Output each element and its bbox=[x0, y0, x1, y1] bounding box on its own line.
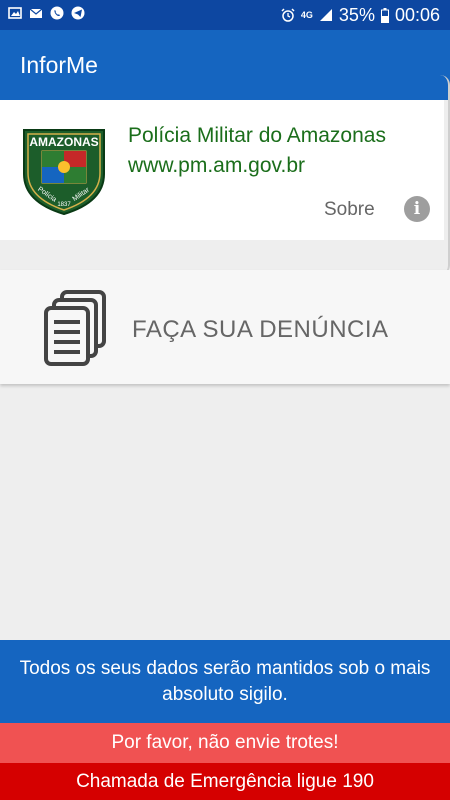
telegram-icon bbox=[71, 6, 85, 20]
logo-top-text: AMAZONAS bbox=[29, 135, 98, 149]
image-icon bbox=[8, 7, 22, 19]
privacy-notice-text: Todos os seus dados serão mantidos sob o… bbox=[19, 657, 431, 705]
organization-name: Polícia Militar do Amazonas bbox=[128, 124, 386, 147]
app-bar: InforMe bbox=[0, 30, 450, 100]
prank-warning: Por favor, não envie trotes! bbox=[0, 723, 450, 763]
logo-year: 1837 bbox=[57, 202, 71, 208]
documents-icon bbox=[44, 290, 106, 366]
about-link[interactable]: Sobre bbox=[324, 199, 375, 221]
screen-edge bbox=[438, 75, 450, 275]
emergency-call-banner[interactable]: Chamada de Emergência ligue 190 bbox=[0, 763, 450, 800]
signal-icon bbox=[319, 9, 332, 21]
network-type: 4G bbox=[300, 10, 313, 20]
privacy-notice: Todos os seus dados serão mantidos sob o… bbox=[0, 640, 450, 723]
police-logo: AMAZONAS Polícia Militar 1837 bbox=[23, 129, 105, 216]
mail-icon bbox=[29, 8, 43, 18]
phone-icon bbox=[50, 6, 64, 20]
report-label: FAÇA SUA DENÚNCIA bbox=[132, 316, 389, 343]
info-icon[interactable]: i bbox=[404, 196, 430, 222]
alarm-icon bbox=[281, 8, 295, 22]
clock: 00:06 bbox=[394, 5, 440, 25]
organization-website[interactable]: www.pm.am.gov.br bbox=[128, 154, 305, 178]
system-icons: 4G 35% 00:06 bbox=[281, 4, 440, 26]
battery-icon bbox=[380, 7, 389, 23]
status-bar: 4G 35% 00:06 bbox=[0, 0, 450, 30]
notification-icons bbox=[8, 6, 85, 20]
battery-percent: 35% bbox=[338, 5, 375, 25]
app-title: InforMe bbox=[20, 52, 98, 78]
